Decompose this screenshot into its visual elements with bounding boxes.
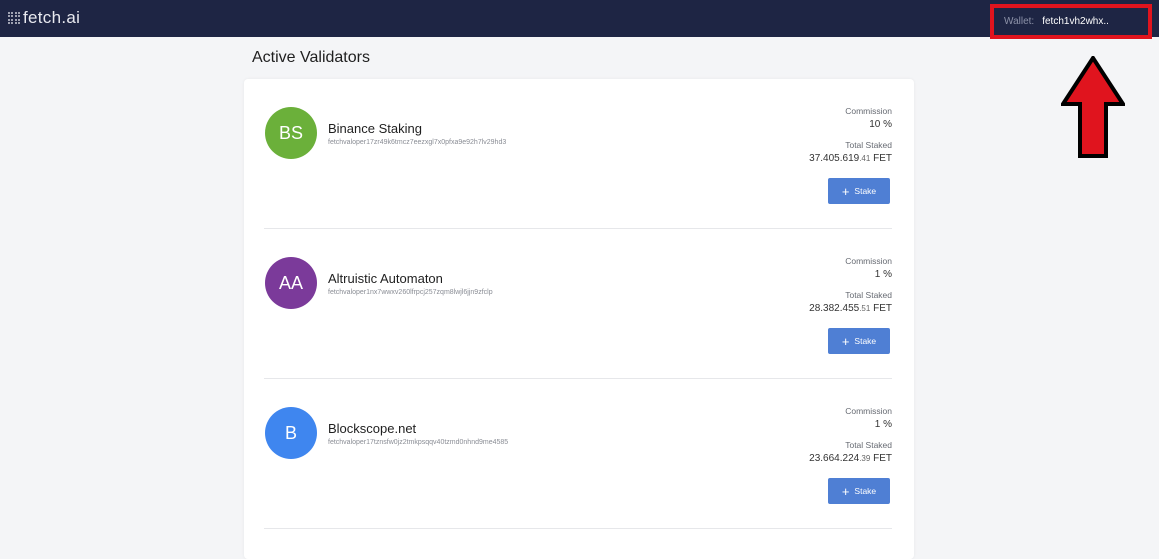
validators-card: BS Binance Staking fetchvaloper17zr49k6t… xyxy=(244,79,914,559)
validator-address: fetchvaloper17zr49k6tmcz7eezxgl7x0pfxa9e… xyxy=(328,139,507,146)
avatar: AA xyxy=(265,257,317,309)
validator-name[interactable]: Altruistic Automaton xyxy=(328,271,443,286)
stake-button-label: Stake xyxy=(854,486,877,496)
wallet-label: Wallet: xyxy=(1004,16,1035,27)
total-staked-integer: 37.405.619 xyxy=(809,153,860,164)
avatar: B xyxy=(265,407,317,459)
total-staked-integer: 28.382.455 xyxy=(809,303,860,314)
total-staked-label: Total Staked xyxy=(845,140,892,150)
stake-button-label: Stake xyxy=(854,336,877,346)
total-staked-value: 37.405.619.41 FET xyxy=(809,153,892,164)
avatar: BS xyxy=(265,107,317,159)
commission-value: 1 % xyxy=(874,269,892,280)
total-staked-decimals: .41 xyxy=(859,154,871,163)
avatar-initials: AA xyxy=(278,272,303,293)
total-staked-unit: FET xyxy=(873,453,892,464)
total-staked-decimals: .51 xyxy=(859,304,871,313)
wallet-address: fetch1vh2whx.. xyxy=(1042,16,1109,27)
total-staked-unit: FET xyxy=(873,153,892,164)
avatar-initials: B xyxy=(284,422,297,443)
top-bar: fetch.ai Wallet: fetch1vh2whx.. xyxy=(0,0,1159,39)
validator-name[interactable]: Binance Staking xyxy=(328,121,422,136)
avatar-initials: BS xyxy=(278,122,303,143)
red-up-arrow-icon xyxy=(1061,56,1125,158)
page-title: Active Validators xyxy=(252,49,370,66)
total-staked-block: Total Staked 37.405.619.41 FET xyxy=(809,140,892,164)
stake-button-label: Stake xyxy=(854,186,877,196)
wallet-button[interactable]: Wallet: fetch1vh2whx.. xyxy=(990,4,1152,39)
row-divider xyxy=(264,528,892,529)
validator-row: AA Altruistic Automaton fetchvaloper1nx7… xyxy=(244,229,914,379)
total-staked-block: Total Staked 28.382.455.51 FET xyxy=(809,290,892,314)
total-staked-value: 28.382.455.51 FET xyxy=(809,303,892,314)
total-staked-label: Total Staked xyxy=(845,290,892,300)
plus-icon: + xyxy=(841,483,850,499)
commission-value: 1 % xyxy=(874,419,892,430)
plus-icon: + xyxy=(841,183,850,199)
commission-block: Commission 1 % xyxy=(845,406,892,430)
commission-label: Commission xyxy=(845,406,892,416)
validator-row: B Blockscope.net fetchvaloper17tznsfw0jz… xyxy=(244,379,914,529)
validator-address: fetchvaloper1nx7wwxv260lfrpcj257zqm8lwjl… xyxy=(328,289,493,296)
total-staked-decimals: .39 xyxy=(859,454,871,463)
total-staked-value: 23.664.224.39 FET xyxy=(809,453,892,464)
total-staked-label: Total Staked xyxy=(845,440,892,450)
logo-dots-icon xyxy=(8,12,20,24)
logo-text: fetch.ai xyxy=(23,8,81,27)
commission-label: Commission xyxy=(845,106,892,116)
commission-block: Commission 1 % xyxy=(845,256,892,280)
total-staked-unit: FET xyxy=(873,303,892,314)
commission-label: Commission xyxy=(845,256,892,266)
validator-address: fetchvaloper17tznsfw0jz2tmkpsqqv40tzmd0n… xyxy=(328,439,509,446)
stake-button[interactable]: + Stake xyxy=(828,328,890,354)
total-staked-block: Total Staked 23.664.224.39 FET xyxy=(809,440,892,464)
commission-block: Commission 10 % xyxy=(845,106,892,130)
stake-button[interactable]: + Stake xyxy=(828,178,890,204)
validator-name[interactable]: Blockscope.net xyxy=(328,421,416,436)
stake-button[interactable]: + Stake xyxy=(828,478,890,504)
total-staked-integer: 23.664.224 xyxy=(809,453,860,464)
validator-row: BS Binance Staking fetchvaloper17zr49k6t… xyxy=(244,79,914,229)
commission-value: 10 % xyxy=(869,119,892,130)
plus-icon: + xyxy=(841,333,850,349)
fetch-ai-logo[interactable]: fetch.ai xyxy=(8,7,80,29)
